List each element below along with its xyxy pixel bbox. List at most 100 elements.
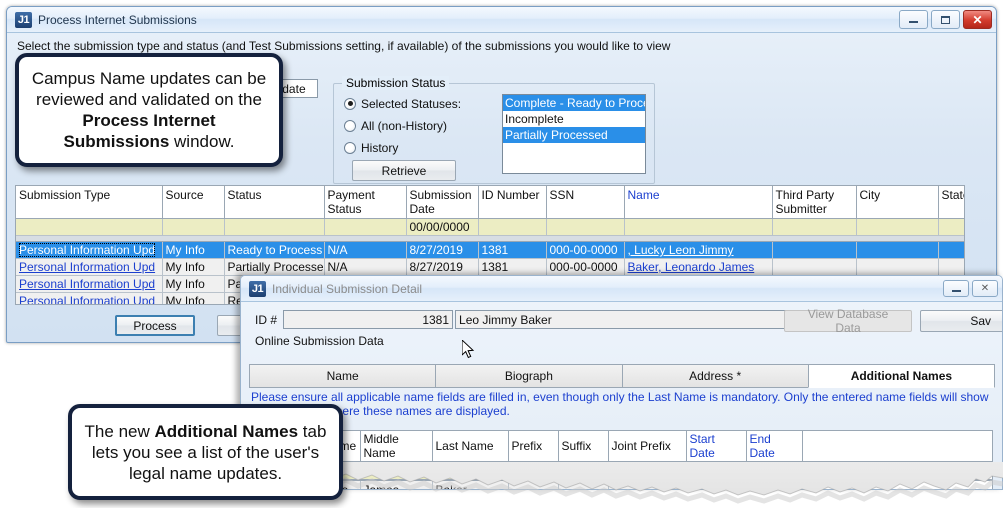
cell-id-number[interactable]: 1381 bbox=[478, 259, 546, 276]
name-link[interactable]: Baker, Leonardo James bbox=[628, 260, 755, 274]
callout-2-part-1: The new bbox=[85, 422, 155, 441]
torn-paper-edge bbox=[240, 462, 1003, 508]
col-ssn[interactable]: SSN bbox=[546, 186, 624, 219]
col-payment-status[interactable]: Payment Status bbox=[324, 186, 406, 219]
cell-source[interactable]: My Info bbox=[162, 276, 224, 293]
col-last-name[interactable]: Last Name bbox=[432, 431, 508, 462]
col-status[interactable]: Status bbox=[224, 186, 324, 219]
listbox-item-partially-processed[interactable]: Partially Processed bbox=[503, 127, 645, 143]
cell-city[interactable] bbox=[856, 259, 938, 276]
cell-id-number[interactable]: 1381 bbox=[478, 242, 546, 259]
status-radio-group: Selected Statuses: All (non-History) His… bbox=[344, 94, 494, 181]
status-listbox[interactable]: Complete - Ready to Process Incomplete P… bbox=[502, 94, 646, 174]
cell-third-party[interactable] bbox=[772, 259, 856, 276]
filter-third-party[interactable] bbox=[772, 219, 856, 236]
col-end-date[interactable]: End Date bbox=[746, 431, 802, 462]
listbox-item-complete[interactable]: Complete - Ready to Process bbox=[503, 95, 645, 111]
col-name[interactable]: Name bbox=[624, 186, 772, 219]
cell-ssn[interactable]: 000-00-0000 bbox=[546, 259, 624, 276]
cell-submission-type[interactable]: Personal Information Upd bbox=[16, 259, 162, 276]
col-id-number[interactable]: ID Number bbox=[478, 186, 546, 219]
filter-status[interactable] bbox=[224, 219, 324, 236]
process-button[interactable]: Process bbox=[115, 315, 195, 336]
filter-state[interactable] bbox=[938, 219, 965, 236]
detail-minimize-button[interactable] bbox=[943, 280, 969, 297]
cell-submission-date[interactable]: 8/27/2019 bbox=[406, 242, 478, 259]
tab-additional-names[interactable]: Additional Names bbox=[808, 364, 995, 388]
cell-status[interactable]: Ready to Process bbox=[224, 242, 324, 259]
callout-2-text: The new Additional Names tab lets you se… bbox=[84, 421, 327, 484]
col-prefix[interactable]: Prefix bbox=[508, 431, 558, 462]
cell-payment-status[interactable]: N/A bbox=[324, 242, 406, 259]
cell-city[interactable] bbox=[856, 242, 938, 259]
minimize-icon bbox=[909, 21, 918, 23]
id-input[interactable]: 1381 bbox=[283, 310, 453, 329]
filter-city[interactable] bbox=[856, 219, 938, 236]
minimize-icon bbox=[952, 290, 961, 292]
cell-status[interactable]: Partially Processed bbox=[224, 259, 324, 276]
col-suffix[interactable]: Suffix bbox=[558, 431, 608, 462]
cell-third-party[interactable] bbox=[772, 242, 856, 259]
radio-history[interactable]: History bbox=[344, 138, 494, 157]
col-city[interactable]: City bbox=[856, 186, 938, 219]
grid-header-row: Submission Type Source Status Payment St… bbox=[16, 186, 965, 219]
save-button[interactable]: Sav bbox=[920, 310, 1003, 332]
minimize-button[interactable] bbox=[899, 10, 928, 29]
cell-source[interactable]: My Info bbox=[162, 293, 224, 306]
submission-type-link[interactable]: Personal Information Upd bbox=[19, 260, 155, 274]
online-submission-data-label: Online Submission Data bbox=[255, 334, 384, 348]
name-link[interactable]: , Lucky Leon Jimmy bbox=[628, 243, 734, 257]
cell-submission-type[interactable]: Personal Information Upd bbox=[16, 242, 162, 259]
detail-close-button[interactable]: ✕ bbox=[972, 280, 998, 297]
app-icon: J1 bbox=[249, 281, 266, 297]
cell-submission-type[interactable]: Personal Information Upd bbox=[16, 293, 162, 306]
col-submission-type[interactable]: Submission Type bbox=[16, 186, 162, 219]
table-row[interactable]: Personal Information Upd My Info Partial… bbox=[16, 259, 965, 276]
tab-biograph[interactable]: Biograph bbox=[435, 364, 622, 388]
cell-payment-status[interactable]: N/A bbox=[324, 259, 406, 276]
filter-payment-status[interactable] bbox=[324, 219, 406, 236]
cell-name[interactable]: Baker, Leonardo James bbox=[624, 259, 772, 276]
cell-name[interactable]: , Lucky Leon Jimmy bbox=[624, 242, 772, 259]
tab-address[interactable]: Address * bbox=[622, 364, 809, 388]
view-database-data-button[interactable]: View Database Data bbox=[784, 310, 912, 332]
radio-all-non-history[interactable]: All (non-History) bbox=[344, 116, 494, 135]
filter-submission-date[interactable]: 00/00/0000 bbox=[406, 219, 478, 236]
col-middle-name[interactable]: Middle Name bbox=[360, 431, 432, 462]
submission-type-link[interactable]: Personal Information Upd bbox=[19, 294, 155, 305]
cell-submission-type[interactable]: Personal Information Upd bbox=[16, 276, 162, 293]
cell-submission-date[interactable]: 8/27/2019 bbox=[406, 259, 478, 276]
maximize-button[interactable] bbox=[931, 10, 960, 29]
cell-source[interactable]: My Info bbox=[162, 259, 224, 276]
col-state[interactable]: State bbox=[938, 186, 965, 219]
table-row[interactable]: Personal Information Upd My Info Ready t… bbox=[16, 242, 965, 259]
tab-name[interactable]: Name bbox=[249, 364, 436, 388]
filter-ssn[interactable] bbox=[546, 219, 624, 236]
retrieve-button[interactable]: Retrieve bbox=[352, 160, 456, 181]
col-filler bbox=[802, 431, 992, 462]
torn-edge-graphic bbox=[240, 462, 1003, 508]
filter-source[interactable] bbox=[162, 219, 224, 236]
cell-ssn[interactable]: 000-00-0000 bbox=[546, 242, 624, 259]
filter-submission-type[interactable] bbox=[16, 219, 162, 236]
cell-source[interactable]: My Info bbox=[162, 242, 224, 259]
col-submission-date[interactable]: Submission Date bbox=[406, 186, 478, 219]
col-joint-prefix[interactable]: Joint Prefix bbox=[608, 431, 686, 462]
filter-id-number[interactable] bbox=[478, 219, 546, 236]
person-name-input[interactable]: Leo Jimmy Baker bbox=[455, 310, 825, 329]
col-third-party-submitter[interactable]: Third Party Submitter bbox=[772, 186, 856, 219]
detail-window-controls: ✕ bbox=[943, 280, 998, 297]
listbox-item-incomplete[interactable]: Incomplete bbox=[503, 111, 645, 127]
submission-type-link[interactable]: Personal Information Upd bbox=[19, 277, 155, 291]
col-start-date[interactable]: Start Date bbox=[686, 431, 746, 462]
radio-label: Selected Statuses: bbox=[361, 97, 461, 111]
cell-state[interactable] bbox=[938, 242, 965, 259]
col-source[interactable]: Source bbox=[162, 186, 224, 219]
radio-selected-statuses[interactable]: Selected Statuses: bbox=[344, 94, 494, 113]
cell-state[interactable] bbox=[938, 259, 965, 276]
close-button[interactable]: ✕ bbox=[963, 10, 992, 29]
grid-filter-row[interactable]: 00/00/0000 bbox=[16, 219, 965, 236]
radio-on-icon bbox=[344, 98, 356, 110]
window-controls: ✕ bbox=[899, 10, 992, 29]
filter-name[interactable] bbox=[624, 219, 772, 236]
